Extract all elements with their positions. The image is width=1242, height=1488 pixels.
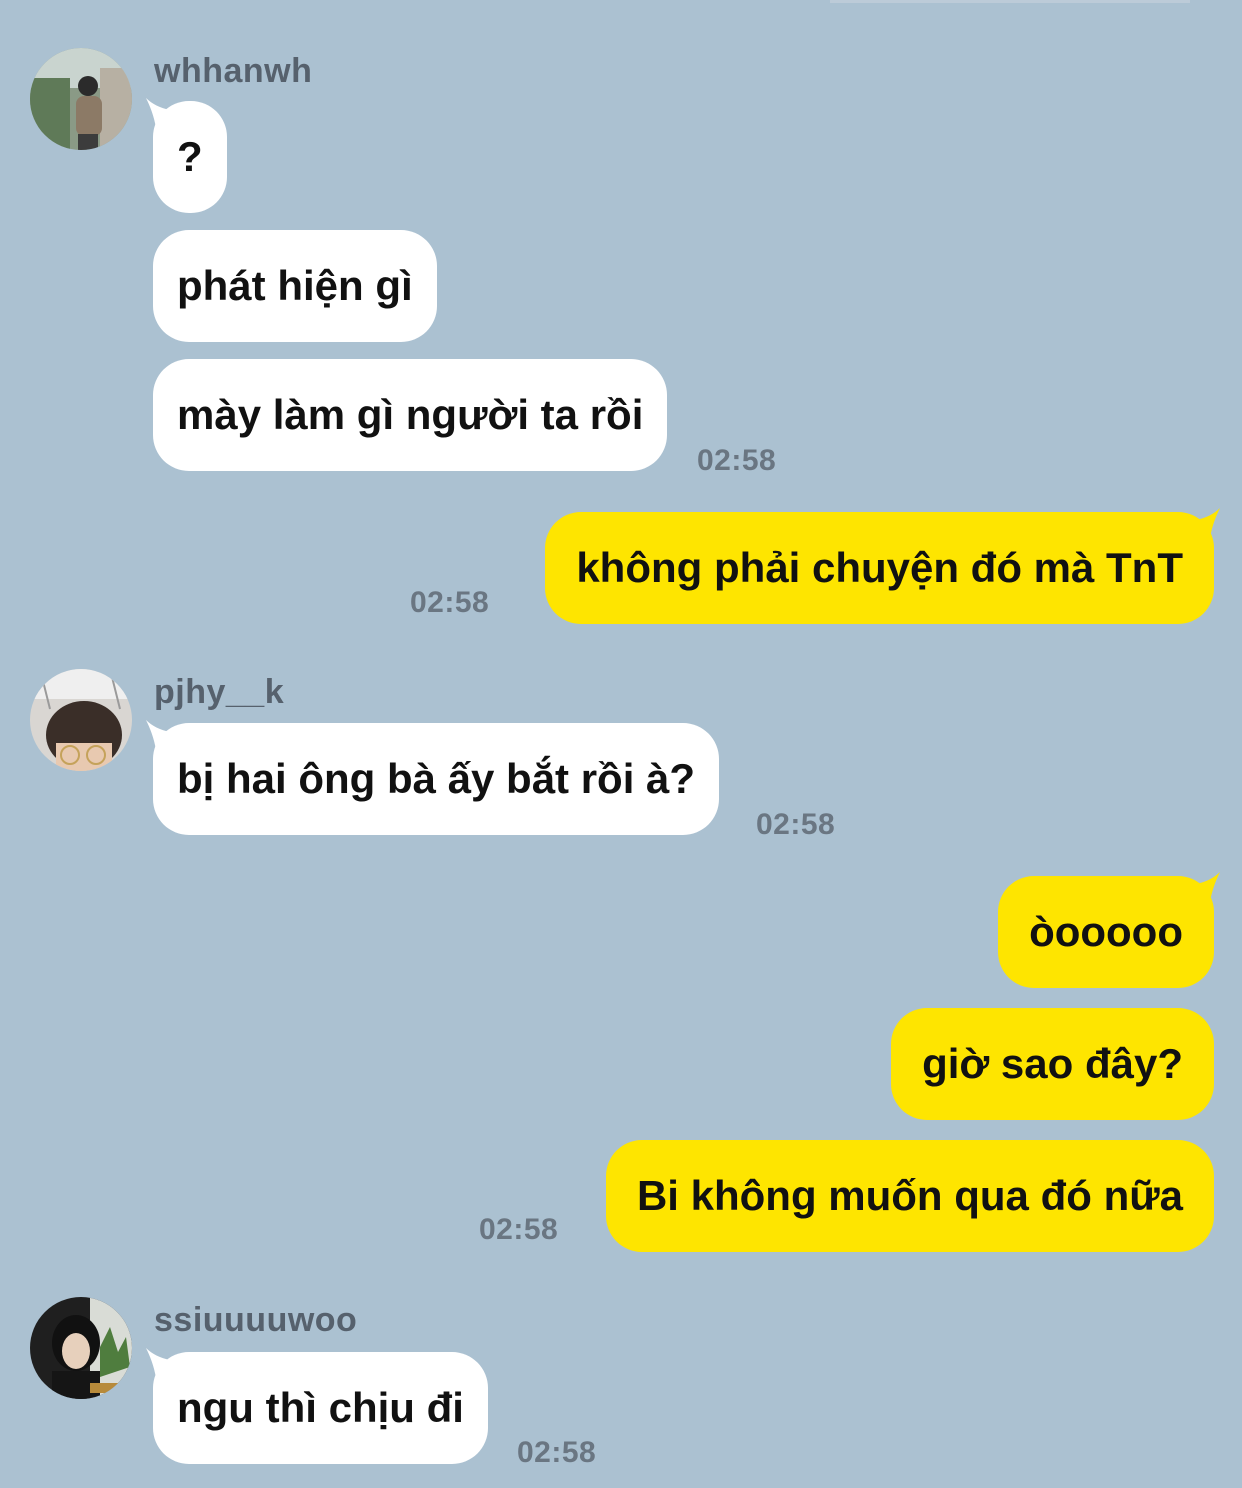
avatar[interactable]	[30, 669, 132, 771]
sender-name: pjhy__k	[154, 673, 285, 711]
timestamp: 02:58	[517, 1436, 597, 1469]
avatar[interactable]	[30, 48, 132, 150]
message-bubble-incoming[interactable]: mày làm gì người ta rồi	[153, 359, 668, 471]
timestamp: 02:58	[410, 586, 490, 619]
timestamp: 02:58	[479, 1213, 559, 1246]
whhanwh-avatar-image	[30, 48, 132, 150]
avatar[interactable]	[30, 1297, 132, 1399]
message-bubble-incoming[interactable]: ?	[153, 101, 227, 213]
message-bubble-incoming[interactable]: bị hai ông bà ấy bắt rồi à?	[153, 723, 720, 835]
ssiuuuuwoo-avatar-image	[30, 1297, 132, 1399]
message-bubble-incoming[interactable]: phát hiện gì	[153, 230, 437, 342]
timestamp: 02:58	[697, 444, 777, 477]
timestamp: 02:58	[756, 808, 836, 841]
pjhy-avatar-image	[30, 669, 132, 771]
message-bubble-outgoing[interactable]: Bi không muốn qua đó nữa	[605, 1140, 1214, 1252]
message-bubble-outgoing[interactable]: òooooo	[998, 876, 1214, 988]
top-divider	[830, 0, 1190, 3]
chat-area[interactable]: whhanwh ? phát hiện gì mày làm gì người …	[0, 0, 1242, 1488]
message-bubble-outgoing[interactable]: giờ sao đây?	[891, 1008, 1214, 1120]
sender-name: whhanwh	[154, 52, 313, 90]
message-bubble-outgoing[interactable]: không phải chuyện đó mà TnT	[545, 512, 1214, 624]
message-bubble-incoming[interactable]: ngu thì chịu đi	[153, 1352, 488, 1464]
sender-name: ssiuuuuwoo	[154, 1301, 358, 1339]
